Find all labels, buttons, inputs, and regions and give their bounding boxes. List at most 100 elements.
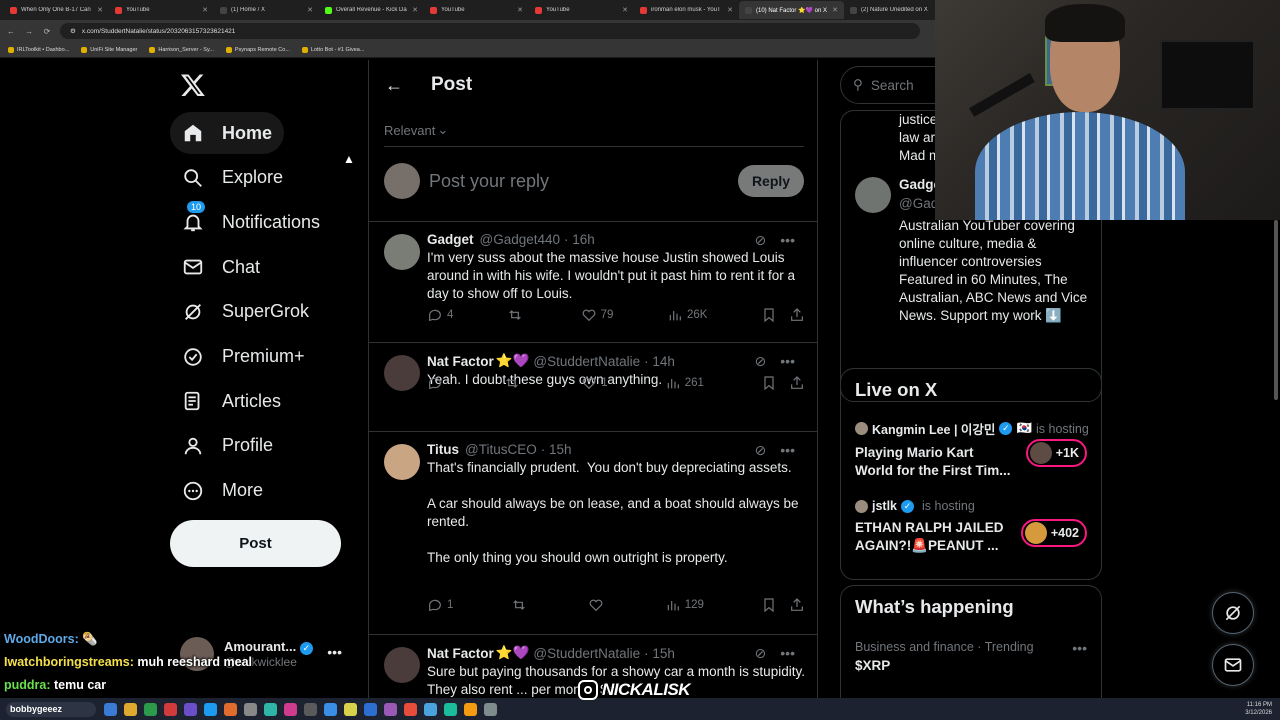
avatar[interactable] xyxy=(384,647,420,683)
taskbar-app-icon[interactable] xyxy=(184,702,197,716)
author-name[interactable]: Titus xyxy=(427,442,459,457)
site-info-icon[interactable]: ⚙ xyxy=(70,27,76,35)
more-icon[interactable]: ••• xyxy=(780,353,795,370)
author-name[interactable]: Nat Factor xyxy=(427,354,494,369)
like-action[interactable]: 79 xyxy=(581,307,613,323)
author-handle[interactable]: @StuddertNatalie xyxy=(533,354,640,369)
like-action[interactable]: 1 xyxy=(581,375,608,391)
views-action[interactable]: 261 xyxy=(665,375,704,391)
taskbar-search[interactable]: bobbygeeez xyxy=(6,701,96,717)
sidebar-item-premium[interactable]: Premium+ xyxy=(170,336,317,378)
repost-action[interactable] xyxy=(511,597,531,613)
bookmark-item[interactable]: Psynaps Remote Co... xyxy=(225,46,290,53)
views-action[interactable]: 129 xyxy=(665,597,704,613)
author-name[interactable]: Gadget xyxy=(427,232,474,247)
bookmark-action[interactable] xyxy=(761,375,777,391)
grok-icon[interactable]: ⊘ xyxy=(755,442,767,459)
taskbar-app-icon[interactable] xyxy=(104,702,117,716)
browser-tab[interactable]: When Only One B-17 Can ✕ xyxy=(4,1,109,19)
reload-icon[interactable]: ⟳ xyxy=(42,27,52,36)
taskbar-app-icon[interactable] xyxy=(264,702,277,716)
avatar[interactable] xyxy=(384,444,420,480)
reply-action[interactable]: 4 xyxy=(427,307,453,323)
scrollbar[interactable] xyxy=(1274,220,1278,400)
close-icon[interactable]: ✕ xyxy=(97,6,103,14)
share-action[interactable] xyxy=(789,375,805,391)
live-listeners-pill[interactable]: +402 xyxy=(1020,519,1087,547)
reply-input[interactable]: Post your reply xyxy=(429,171,738,192)
avatar[interactable] xyxy=(384,355,420,391)
close-icon[interactable]: ✕ xyxy=(832,6,838,14)
address-bar[interactable]: ⚙ x.com/StuddertNatalie/status/203206315… xyxy=(60,23,920,39)
bookmark-action[interactable] xyxy=(761,597,777,613)
more-icon[interactable]: ••• xyxy=(780,442,795,459)
taskbar-app-icon[interactable] xyxy=(304,702,317,716)
reply-action[interactable] xyxy=(427,375,447,391)
author-handle[interactable]: @TitusCEO xyxy=(465,442,537,457)
browser-tab[interactable]: (10) Nat Factor ⭐💜 on X ✕ xyxy=(739,1,844,19)
x-logo-icon[interactable] xyxy=(180,72,206,98)
taskbar-app-icon[interactable] xyxy=(444,702,457,716)
bookmark-action[interactable] xyxy=(761,307,777,323)
browser-tab[interactable]: ironman elon musk - YouT ✕ xyxy=(634,1,739,19)
close-icon[interactable]: ✕ xyxy=(202,6,208,14)
back-icon[interactable]: ← xyxy=(6,27,16,36)
taskbar-app-icon[interactable] xyxy=(424,702,437,716)
browser-tab[interactable]: YouTube ✕ xyxy=(424,1,529,19)
grok-icon[interactable]: ⊘ xyxy=(755,232,767,249)
sidebar-item-notifications[interactable]: 10 Notifications xyxy=(170,200,332,243)
taskbar-app-icon[interactable] xyxy=(204,702,217,716)
browser-tab[interactable]: YouTube ✕ xyxy=(529,1,634,19)
bookmark-item[interactable]: Harrison_Server - Sy... xyxy=(149,46,214,53)
share-action[interactable] xyxy=(789,307,805,323)
taskbar-app-icon[interactable] xyxy=(404,702,417,716)
reply-sort-dropdown[interactable]: Relevant ⌄ xyxy=(384,122,448,138)
views-action[interactable]: 26K xyxy=(667,307,707,323)
tweet[interactable]: Nat Factor ⭐💜 @StuddertNatalie · 14h ⊘ •… xyxy=(369,342,817,431)
taskbar-app-icon[interactable] xyxy=(364,702,377,716)
back-arrow-icon[interactable]: ← xyxy=(385,75,403,96)
taskbar-app-icon[interactable] xyxy=(244,702,257,716)
forward-icon[interactable]: → xyxy=(24,27,34,36)
live-item[interactable]: Kangmin Lee | 이강민 ✓ 🇰🇷 is hosting Playin… xyxy=(855,419,1095,480)
author-handle[interactable]: @Gadget440 xyxy=(480,232,561,247)
taskbar-app-icon[interactable] xyxy=(344,702,357,716)
browser-tab[interactable]: YouTube ✕ xyxy=(109,1,214,19)
taskbar-app-icon[interactable] xyxy=(384,702,397,716)
author-handle[interactable]: @StuddertNatalie xyxy=(533,646,640,661)
avatar[interactable] xyxy=(384,234,420,270)
taskbar-app-icon[interactable] xyxy=(484,702,497,716)
reply-button[interactable]: Reply xyxy=(738,165,804,197)
taskbar-app-icon[interactable] xyxy=(124,702,137,716)
tweet[interactable]: Titus @TitusCEO · 15h ⊘ ••• That's finan… xyxy=(369,431,817,634)
sidebar-item-chat[interactable]: Chat xyxy=(170,246,272,288)
taskbar-app-icon[interactable] xyxy=(144,702,157,716)
more-icon[interactable]: ••• xyxy=(327,644,342,660)
sidebar-item-profile[interactable]: Profile xyxy=(170,425,285,467)
taskbar-app-icon[interactable] xyxy=(164,702,177,716)
taskbar-app-icon[interactable] xyxy=(324,702,337,716)
post-button[interactable]: Post xyxy=(170,520,341,567)
close-icon[interactable]: ✕ xyxy=(307,6,313,14)
repost-action[interactable] xyxy=(507,307,527,323)
tweet-time[interactable]: · 15h xyxy=(541,442,572,457)
live-listeners-pill[interactable]: +1K xyxy=(1025,439,1087,467)
reply-action[interactable]: 1 xyxy=(427,597,453,613)
browser-tab[interactable]: (2) Nature Unedited on X ✕ xyxy=(844,1,949,19)
close-icon[interactable]: ✕ xyxy=(517,6,523,14)
grok-icon[interactable]: ⊘ xyxy=(755,645,767,662)
live-item[interactable]: jstlk ✓ is hosting ETHAN RALPH JAILED AG… xyxy=(855,499,1095,555)
like-action[interactable] xyxy=(588,597,608,613)
bookmark-item[interactable]: IRLToolkit • Dashbo... xyxy=(8,46,69,53)
taskbar-app-icon[interactable] xyxy=(284,702,297,716)
browser-tab[interactable]: (1) Home / X ✕ xyxy=(214,1,319,19)
taskbar-app-icon[interactable] xyxy=(224,702,237,716)
sidebar-item-more[interactable]: More xyxy=(170,470,275,512)
sidebar-item-explore[interactable]: Explore xyxy=(170,157,295,199)
trend-name[interactable]: $XRP xyxy=(855,658,890,673)
close-icon[interactable]: ✕ xyxy=(622,6,628,14)
tweet[interactable]: Gadget @Gadget440 · 16h ⊘ ••• I'm very s… xyxy=(369,221,817,342)
tweet-time[interactable]: · 15h xyxy=(644,646,675,661)
browser-tab[interactable]: Overall Revenue - Kick Da ✕ xyxy=(319,1,424,19)
avatar[interactable] xyxy=(855,177,891,213)
